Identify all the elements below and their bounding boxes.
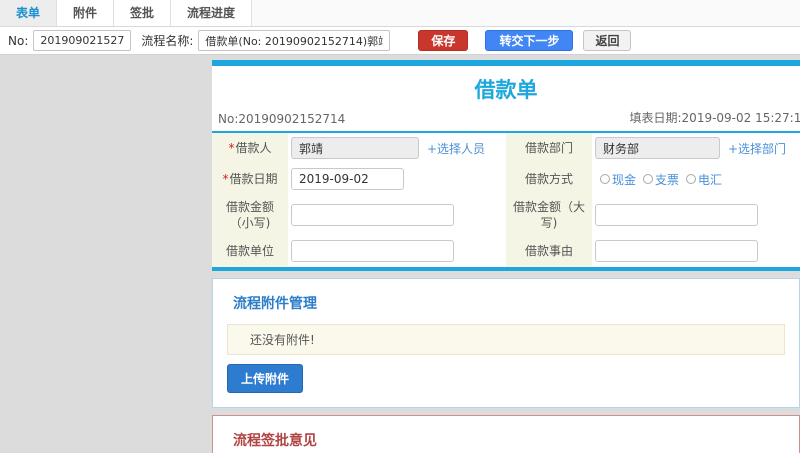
form-number-text: No:20190902152714 [218, 112, 346, 126]
approval-opinion-panel: 流程签批意见 B I abc ✎ ∞ ∞ ⚑ ≡ ☰ ⇤ ⇥ [212, 415, 800, 453]
select-department-link[interactable]: +选择部门 [728, 140, 786, 157]
attachment-panel: 流程附件管理 还没有附件! 上传附件 [212, 278, 800, 408]
amount-big-value-cell [592, 195, 800, 235]
process-name-label: 流程名称: [141, 34, 194, 48]
panel-bottom-accent-bar [212, 267, 800, 271]
borrow-method-label: 借款方式 [524, 172, 573, 186]
tab-form[interactable]: 表单 [0, 0, 58, 26]
save-button[interactable]: 保存 [418, 30, 469, 51]
borrow-date-label: 借款日期 [229, 172, 278, 186]
radio-option-cash[interactable]: 现金 [600, 171, 636, 188]
borrow-reason-label-cell: 借款事由 [506, 235, 592, 267]
radio-icon[interactable] [643, 174, 654, 184]
radio-icon[interactable] [686, 174, 697, 184]
screen: 表单 附件 签批 流程进度 No: 流程名称: 保存 转交下一步 返回 借款单 … [0, 0, 800, 453]
tab-approval[interactable]: 签批 [114, 0, 172, 26]
borrow-date-value-cell [288, 163, 506, 195]
tab-attachment[interactable]: 附件 [57, 0, 115, 26]
department-label: 借款部门 [524, 141, 573, 155]
radio-icon[interactable] [600, 174, 610, 184]
amount-big-label-cell: 借款金额（大写) [506, 195, 592, 235]
borrow-method-radio-group: 现金 支票 电汇 [595, 171, 722, 188]
borrow-date-input[interactable] [291, 168, 404, 190]
form-title: 借款单 [474, 78, 538, 102]
upload-attachment-button[interactable]: 上传附件 [227, 364, 304, 393]
borrow-reason-label: 借款事由 [524, 244, 573, 258]
department-label-cell: 借款部门 [506, 133, 592, 163]
borrow-unit-value-cell [288, 235, 506, 267]
borrow-reason-value-cell [592, 235, 800, 267]
borrower-value-cell: +选择人员 [288, 133, 506, 163]
borrower-input[interactable] [291, 137, 419, 159]
borrower-label: 借款人 [235, 141, 272, 155]
borrow-unit-input[interactable] [291, 240, 454, 262]
borrow-unit-label-cell: 借款单位 [212, 235, 288, 267]
amount-big-input[interactable] [595, 204, 758, 226]
borrow-unit-label: 借款单位 [225, 244, 274, 258]
process-name-input[interactable] [198, 30, 391, 51]
borrow-method-label-cell: 借款方式 [506, 163, 592, 195]
required-mark: * [228, 141, 235, 155]
borrow-reason-input[interactable] [595, 240, 758, 262]
loan-form-panel: 借款单 No:20190902152714 填表日期:2019-09-02 15… [212, 60, 800, 271]
select-person-link[interactable]: +选择人员 [427, 140, 485, 157]
tab-bar: 表单 附件 签批 流程进度 [0, 0, 800, 27]
borrower-label-cell: *借款人 [212, 133, 288, 163]
amount-small-label-cell: 借款金额（小写) [212, 195, 288, 235]
back-button[interactable]: 返回 [583, 30, 632, 51]
department-value-cell: +选择部门 [592, 133, 800, 163]
top-toolbar: No: 流程名称: 保存 转交下一步 返回 [0, 27, 800, 55]
amount-small-value-cell [288, 195, 506, 235]
required-mark: * [222, 172, 229, 186]
form-meta-row: No:20190902152714 填表日期:2019-09-02 15:27:… [212, 107, 800, 133]
form-fill-date-text: 填表日期:2019-09-02 15:27:14 [629, 111, 800, 125]
borrow-date-label-cell: *借款日期 [212, 163, 288, 195]
amount-small-input[interactable] [291, 204, 454, 226]
content-area: 借款单 No:20190902152714 填表日期:2019-09-02 15… [0, 55, 800, 453]
amount-small-label: 借款金额（小写) [225, 200, 274, 230]
department-input[interactable] [595, 137, 720, 159]
attachment-panel-heading: 流程附件管理 [233, 296, 317, 312]
tab-process-progress[interactable]: 流程进度 [171, 0, 253, 26]
next-step-button[interactable]: 转交下一步 [485, 30, 574, 51]
form-fields-grid: *借款人 +选择人员 借款部门 +选择部门 *借款日期 [212, 133, 800, 267]
no-input[interactable] [33, 30, 132, 51]
no-attachment-alert: 还没有附件! [227, 324, 785, 355]
approval-panel-heading: 流程签批意见 [233, 433, 317, 449]
borrow-method-value-cell: 现金 支票 电汇 [592, 163, 800, 195]
amount-big-label: 借款金额（大写) [512, 200, 585, 230]
radio-option-wire[interactable]: 电汇 [686, 171, 722, 188]
radio-option-cheque[interactable]: 支票 [643, 171, 679, 188]
no-label: No: [8, 33, 29, 48]
